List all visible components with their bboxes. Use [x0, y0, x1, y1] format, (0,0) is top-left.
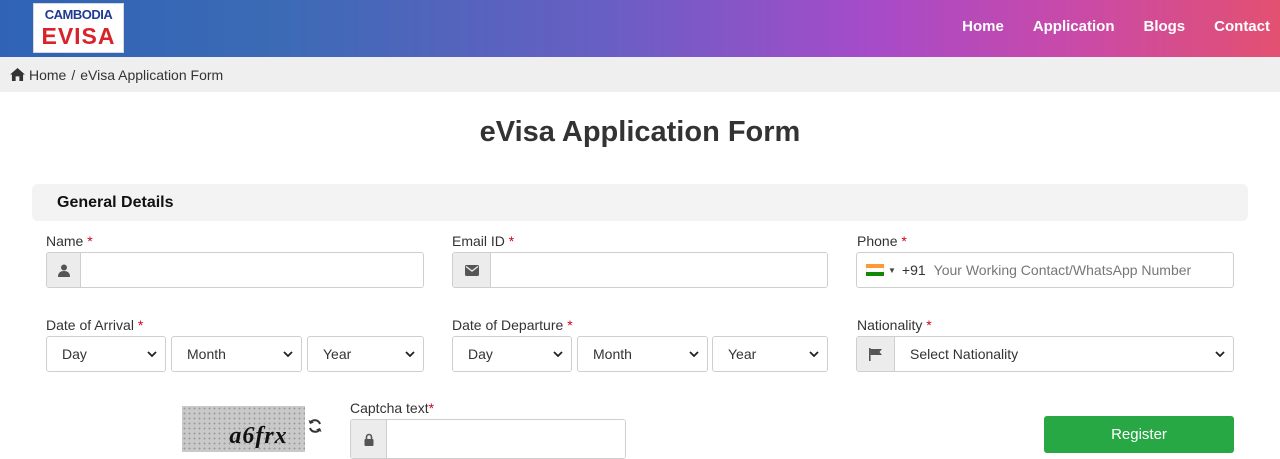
- lock-icon: [351, 420, 387, 458]
- email-field: [452, 252, 828, 288]
- captcha-image-text: a6frx: [229, 423, 288, 449]
- country-code: +91: [901, 262, 926, 278]
- top-header: CAMBODIA EVISA Home Application Blogs Co…: [0, 0, 1280, 57]
- register-button[interactable]: Register: [1044, 416, 1234, 453]
- captcha-label-text: Captcha text: [350, 400, 429, 416]
- departure-year-select[interactable]: Year: [712, 336, 828, 372]
- arrival-day-select[interactable]: Day: [46, 336, 166, 372]
- departure-year-value: Year: [728, 346, 757, 362]
- email-label-text: Email ID: [452, 233, 505, 249]
- captcha-image: a6frx: [182, 406, 305, 452]
- departure-day-value: Day: [468, 346, 493, 362]
- breadcrumb-current: eVisa Application Form: [80, 66, 224, 83]
- home-icon: [10, 68, 25, 81]
- name-field: [46, 252, 424, 288]
- departure-day-select[interactable]: Day: [452, 336, 572, 372]
- india-flag-icon[interactable]: [866, 264, 884, 276]
- arrival-label-text: Date of Arrival: [46, 317, 134, 333]
- name-label-text: Name: [46, 233, 84, 249]
- required-marker: *: [87, 233, 93, 249]
- cambodia-evisa-logo[interactable]: CAMBODIA EVISA: [33, 3, 124, 53]
- chevron-down-icon: [1215, 351, 1225, 357]
- required-marker: *: [926, 317, 932, 333]
- nationality-select[interactable]: Select Nationality: [856, 336, 1234, 372]
- nav-application[interactable]: Application: [1033, 18, 1115, 35]
- arrival-month-value: Month: [187, 346, 226, 362]
- name-label: Name *: [46, 233, 93, 249]
- required-marker: *: [901, 233, 907, 249]
- arrival-label: Date of Arrival *: [46, 317, 143, 333]
- chevron-down-icon: [405, 351, 415, 357]
- departure-label-text: Date of Departure: [452, 317, 564, 333]
- arrival-year-select[interactable]: Year: [307, 336, 424, 372]
- required-marker: *: [428, 400, 435, 416]
- country-dropdown-caret-icon[interactable]: ▼: [888, 266, 896, 275]
- phone-label-text: Phone: [857, 233, 898, 249]
- chevron-down-icon: [809, 351, 819, 357]
- required-marker: *: [508, 233, 515, 249]
- logo-line2: EVISA: [41, 23, 116, 49]
- nav-contact[interactable]: Contact: [1214, 18, 1270, 35]
- logo-line1: CAMBODIA: [44, 7, 113, 22]
- nationality-label: Nationality *: [857, 317, 932, 333]
- required-marker: *: [567, 317, 573, 333]
- email-label: Email ID *: [452, 233, 514, 249]
- page-title: eVisa Application Form: [479, 116, 801, 148]
- departure-month-select[interactable]: Month: [577, 336, 708, 372]
- nav-blogs[interactable]: Blogs: [1143, 18, 1185, 35]
- chevron-down-icon: [553, 351, 563, 357]
- captcha-label: Captcha text*: [350, 400, 434, 416]
- arrival-month-select[interactable]: Month: [171, 336, 302, 372]
- section-title: General Details: [32, 184, 1248, 221]
- breadcrumb: Home / eVisa Application Form: [0, 57, 1280, 92]
- nav-home[interactable]: Home: [962, 18, 1004, 35]
- nationality-value: Select Nationality: [910, 346, 1019, 362]
- email-input[interactable]: [491, 253, 827, 287]
- arrival-day-value: Day: [62, 346, 87, 362]
- envelope-icon: [453, 253, 491, 287]
- main-nav: Home Application Blogs Contact: [962, 18, 1270, 35]
- chevron-down-icon: [689, 351, 699, 357]
- arrival-year-value: Year: [323, 346, 352, 362]
- phone-field: ▼ +91: [856, 252, 1234, 288]
- refresh-icon[interactable]: [307, 418, 323, 434]
- chevron-down-icon: [147, 351, 157, 357]
- captcha-input[interactable]: [387, 420, 625, 458]
- flag-icon: [857, 337, 895, 371]
- captcha-field: [350, 419, 626, 459]
- phone-label: Phone *: [857, 233, 907, 249]
- departure-month-value: Month: [593, 346, 632, 362]
- breadcrumb-separator: /: [71, 66, 76, 83]
- chevron-down-icon: [283, 351, 293, 357]
- user-icon: [47, 253, 81, 287]
- departure-label: Date of Departure *: [452, 317, 573, 333]
- breadcrumb-home-link[interactable]: Home: [29, 67, 66, 83]
- name-input[interactable]: [81, 253, 423, 287]
- nationality-label-text: Nationality: [857, 317, 923, 333]
- required-marker: *: [137, 317, 144, 333]
- phone-input[interactable]: [933, 262, 1233, 278]
